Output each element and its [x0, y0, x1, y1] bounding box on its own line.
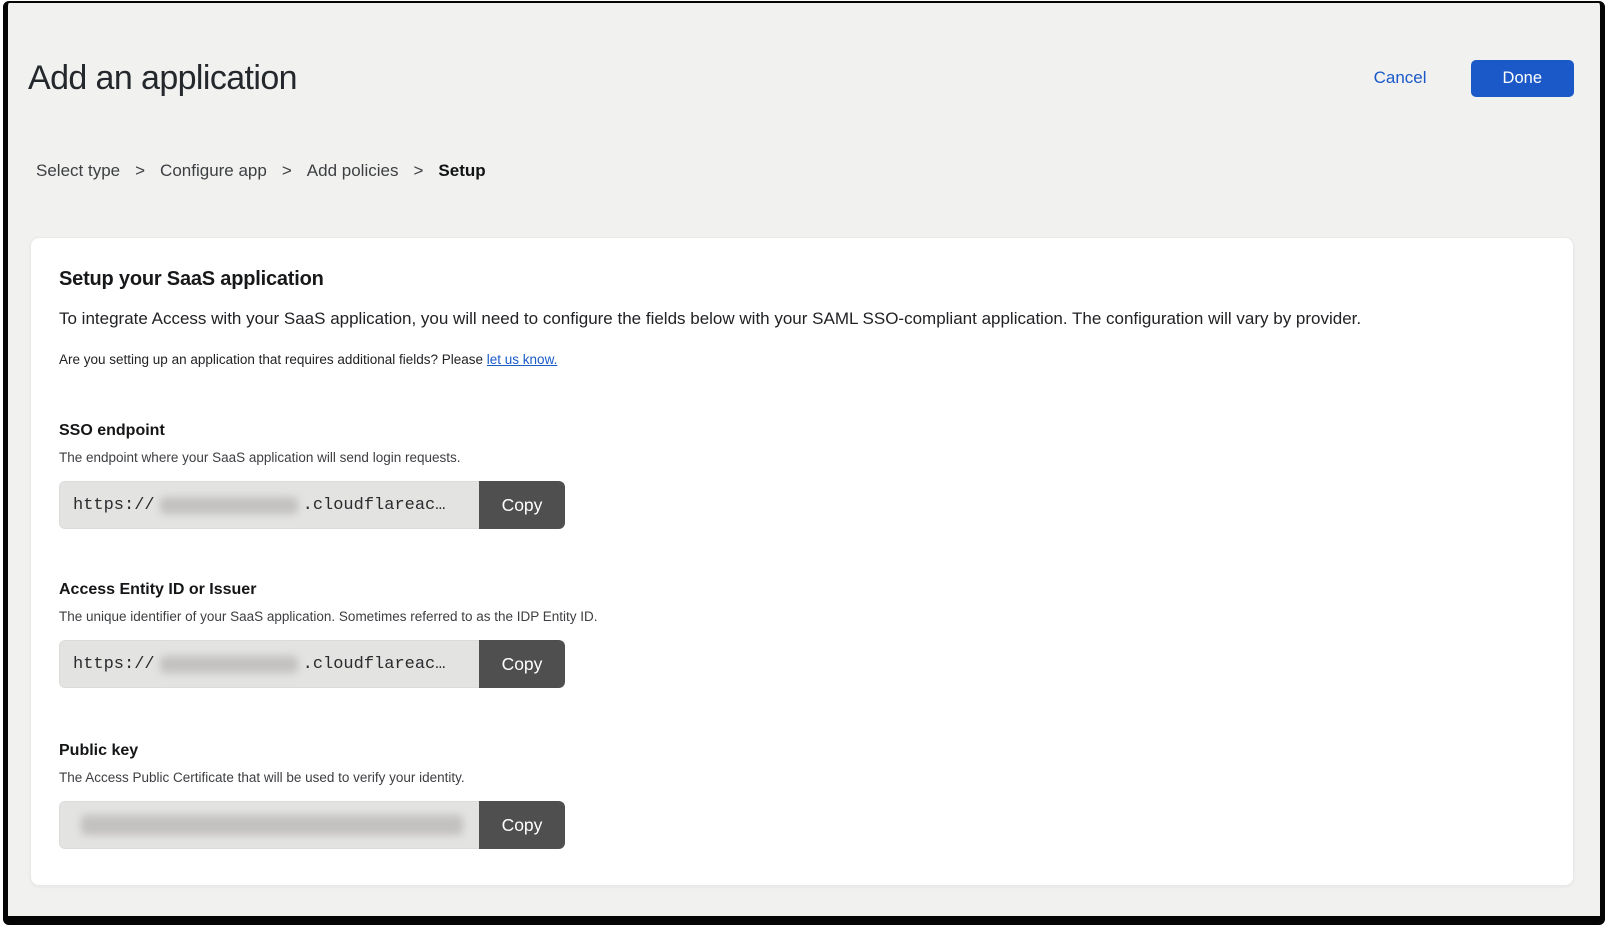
- field-value-prefix: https://: [73, 496, 155, 515]
- field-value: https:// .cloudflareac…: [59, 640, 479, 688]
- redacted-value: [160, 656, 298, 673]
- card-note-text: Are you setting up an application that r…: [59, 352, 487, 367]
- let-us-know-link[interactable]: let us know.: [487, 352, 558, 367]
- card-intro: To integrate Access with your SaaS appli…: [59, 306, 1545, 332]
- breadcrumb-separator: >: [135, 161, 145, 181]
- field-value-prefix: https://: [73, 655, 155, 674]
- copy-button[interactable]: Copy: [479, 640, 565, 688]
- copy-field-public-key: Copy: [59, 801, 565, 849]
- copy-field-sso-endpoint: https:// .cloudflareac… Copy: [59, 481, 565, 529]
- field-section-sso-endpoint: SSO endpoint The endpoint where your Saa…: [59, 420, 1545, 529]
- field-section-public-key: Public key The Access Public Certificate…: [59, 740, 1545, 849]
- field-description: The unique identifier of your SaaS appli…: [59, 607, 1545, 626]
- field-label: Access Entity ID or Issuer: [59, 579, 1545, 601]
- cancel-button[interactable]: Cancel: [1374, 68, 1427, 88]
- field-description: The endpoint where your SaaS application…: [59, 448, 1545, 467]
- field-value: [59, 801, 479, 849]
- page-title: Add an application: [28, 57, 297, 99]
- breadcrumb-separator: >: [413, 161, 423, 181]
- field-label: Public key: [59, 740, 1545, 762]
- done-button[interactable]: Done: [1471, 60, 1574, 97]
- field-value-suffix: .cloudflareac…: [303, 496, 446, 515]
- app-window: Add an application Cancel Done Select ty…: [3, 1, 1605, 925]
- card-title: Setup your SaaS application: [59, 266, 1545, 292]
- field-value-suffix: .cloudflareac…: [303, 655, 446, 674]
- field-value: https:// .cloudflareac…: [59, 481, 479, 529]
- setup-card: Setup your SaaS application To integrate…: [30, 237, 1574, 886]
- copy-button[interactable]: Copy: [479, 801, 565, 849]
- card-note: Are you setting up an application that r…: [59, 350, 1545, 370]
- breadcrumb-item-configure-app[interactable]: Configure app: [160, 161, 267, 181]
- breadcrumb-separator: >: [282, 161, 292, 181]
- breadcrumb-item-select-type[interactable]: Select type: [36, 161, 120, 181]
- breadcrumb-item-setup: Setup: [438, 161, 485, 181]
- field-section-entity-id: Access Entity ID or Issuer The unique id…: [59, 579, 1545, 688]
- redacted-value: [160, 497, 298, 514]
- breadcrumb-item-add-policies[interactable]: Add policies: [307, 161, 399, 181]
- field-label: SSO endpoint: [59, 420, 1545, 442]
- page-header: Add an application Cancel Done: [28, 57, 1574, 99]
- field-description: The Access Public Certificate that will …: [59, 768, 1545, 787]
- redacted-value: [81, 815, 463, 835]
- header-actions: Cancel Done: [1374, 60, 1574, 97]
- copy-field-entity-id: https:// .cloudflareac… Copy: [59, 640, 565, 688]
- copy-button[interactable]: Copy: [479, 481, 565, 529]
- breadcrumb: Select type > Configure app > Add polici…: [36, 161, 1600, 181]
